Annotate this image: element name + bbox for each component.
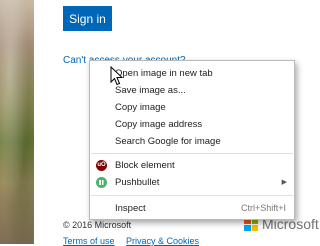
- menu-item-label: Open image in new tab: [115, 67, 213, 79]
- ublock-icon: uO: [96, 159, 107, 171]
- menu-item-inspect[interactable]: Inspect Ctrl+Shift+I: [90, 200, 294, 216]
- menu-item-search-google-for-image[interactable]: Search Google for image: [90, 133, 294, 149]
- pushbullet-icon: [96, 176, 107, 188]
- copyright-text: © 2016 Microsoft: [63, 220, 132, 230]
- menu-item-label: Save image as...: [115, 84, 186, 96]
- logo-square-yellow: [251, 224, 258, 231]
- menu-item-label: Search Google for image: [115, 135, 221, 147]
- sign-in-button[interactable]: Sign in: [63, 6, 112, 31]
- menu-item-shortcut: Ctrl+Shift+I: [240, 203, 286, 213]
- menu-item-label: Pushbullet: [115, 176, 160, 188]
- menu-item-label: Copy image address: [115, 118, 203, 130]
- menu-item-pushbullet[interactable]: Pushbullet ▶: [90, 174, 294, 190]
- mouse-pointer-icon: [110, 66, 124, 86]
- background-photo: [0, 0, 34, 244]
- menu-item-label: Copy image: [115, 101, 166, 113]
- menu-separator: [91, 153, 293, 154]
- submenu-arrow-icon: ▶: [281, 179, 287, 186]
- logo-square-blue: [244, 224, 251, 231]
- menu-item-copy-image[interactable]: Copy image: [90, 99, 294, 115]
- menu-item-copy-image-address[interactable]: Copy image address: [90, 116, 294, 132]
- menu-separator: [91, 195, 293, 196]
- menu-item-label: Block element: [115, 159, 175, 171]
- menu-item-label: Inspect: [115, 202, 146, 214]
- privacy-cookies-link[interactable]: Privacy & Cookies: [126, 236, 199, 246]
- menu-item-block-element[interactable]: uO Block element: [90, 157, 294, 173]
- terms-of-use-link[interactable]: Terms of use: [63, 236, 115, 246]
